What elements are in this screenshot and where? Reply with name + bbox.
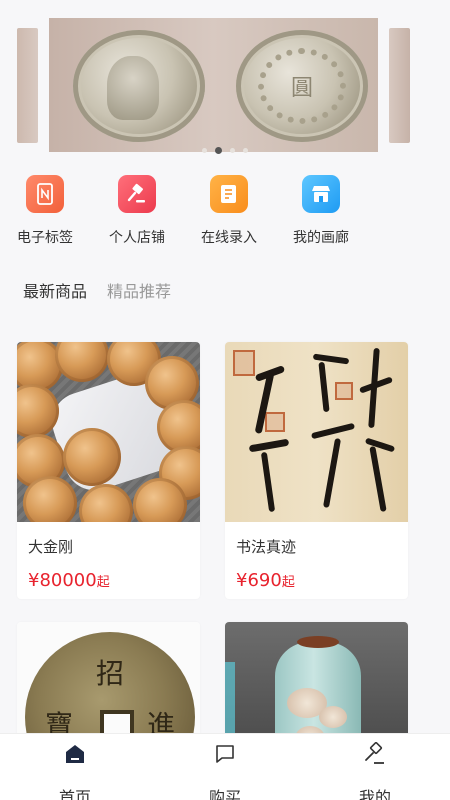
- glass-edge: [225, 662, 235, 733]
- banner-prev-slide[interactable]: [17, 28, 38, 143]
- price-currency: ¥: [28, 570, 40, 591]
- goods-price: ¥80000起: [28, 570, 200, 591]
- ink-stroke: [318, 361, 330, 413]
- edit-form-icon: [210, 175, 248, 213]
- home-scroll-view[interactable]: 圓 电子标签 个人店铺 在线录入 我的画廊 最新商品 精品推荐 大金刚 ¥800…: [0, 0, 450, 733]
- func-label: 我的画廊: [293, 230, 349, 246]
- bead: [23, 476, 77, 522]
- price-suffix: 起: [96, 575, 110, 590]
- vase-mouth: [297, 636, 339, 648]
- carousel-dot-active[interactable]: [215, 147, 222, 154]
- nfc-tag-icon: [26, 175, 64, 213]
- tab-buy[interactable]: 购买: [175, 742, 275, 800]
- ink-stroke: [248, 438, 290, 453]
- coin-char: 進: [147, 709, 176, 733]
- bead: [63, 428, 121, 486]
- tab-home[interactable]: 首页: [25, 742, 125, 800]
- tab-label: 购买: [208, 788, 241, 800]
- carousel-dot[interactable]: [202, 148, 207, 153]
- ink-stroke: [369, 445, 387, 513]
- goods-image: 招 進 寶: [17, 622, 200, 733]
- bead: [55, 342, 109, 382]
- goods-card[interactable]: 招 進 寶: [17, 622, 200, 733]
- ink-stroke: [260, 451, 276, 513]
- goods-tabs: 最新商品 精品推荐: [23, 278, 191, 302]
- func-personal-shop[interactable]: 个人店铺: [97, 175, 177, 247]
- coin-char: 寶: [45, 709, 74, 733]
- coin-char: 招: [96, 657, 125, 690]
- seal-stamp: [265, 412, 285, 432]
- carousel-dot[interactable]: [243, 148, 248, 153]
- ancient-coin: 招 進 寶: [25, 632, 195, 733]
- auction-hammer-icon: [118, 175, 156, 213]
- goods-image: [17, 342, 200, 522]
- goods-card[interactable]: [225, 622, 408, 733]
- price-value: 80000: [39, 570, 97, 591]
- goods-image: [225, 622, 408, 733]
- seal-stamp: [233, 350, 255, 376]
- tab-latest[interactable]: 最新商品: [23, 278, 87, 302]
- tab-label: 首页: [58, 788, 91, 800]
- carousel-dot[interactable]: [230, 148, 235, 153]
- func-label: 个人店铺: [109, 230, 165, 246]
- func-online-entry[interactable]: 在线录入: [189, 175, 269, 247]
- func-my-gallery[interactable]: 我的画廊: [281, 175, 361, 247]
- banner-slide-silver-dollar[interactable]: 圓: [49, 18, 378, 152]
- seal-stamp: [335, 382, 353, 400]
- function-grid: 电子标签 个人店铺 在线录入 我的画廊: [0, 175, 450, 250]
- func-label: 电子标签: [17, 230, 73, 246]
- price-currency: ¥: [236, 570, 248, 591]
- coin-back-image: 圓: [236, 30, 368, 142]
- coin-yuan-char: 圓: [290, 76, 313, 101]
- hammer-icon: [363, 741, 387, 766]
- coin-front-image: [73, 30, 205, 142]
- portrait-relief: [107, 56, 159, 120]
- bottom-tab-bar: 首页 购买 我的: [0, 733, 450, 800]
- goods-image: [225, 342, 408, 522]
- tab-recommended[interactable]: 精品推荐: [107, 278, 171, 302]
- ink-stroke: [310, 422, 356, 440]
- banner-carousel[interactable]: 圓: [0, 18, 450, 154]
- goods-card[interactable]: 大金刚 ¥80000起: [17, 342, 200, 599]
- price-suffix: 起: [281, 575, 295, 590]
- goods-price: ¥690起: [236, 570, 408, 591]
- tab-mine[interactable]: 我的: [325, 741, 425, 800]
- banner-next-slide[interactable]: [389, 28, 410, 143]
- price-value: 690: [247, 570, 282, 591]
- home-icon: [63, 742, 87, 766]
- goods-name: 大金刚: [28, 538, 74, 556]
- coin-square-hole: [100, 710, 134, 733]
- carousel-indicator: [0, 140, 450, 159]
- goods-card[interactable]: 书法真迹 ¥690起: [225, 342, 408, 599]
- func-electronic-tag[interactable]: 电子标签: [5, 175, 85, 247]
- goods-name: 书法真迹: [236, 538, 297, 556]
- porcelain-vase: [275, 642, 361, 733]
- tab-label: 我的: [358, 788, 391, 800]
- func-label: 在线录入: [201, 230, 257, 246]
- ink-stroke: [322, 438, 342, 508]
- storefront-icon: [302, 175, 340, 213]
- chat-bubble-icon: [213, 742, 237, 766]
- flower-pattern: [319, 706, 347, 728]
